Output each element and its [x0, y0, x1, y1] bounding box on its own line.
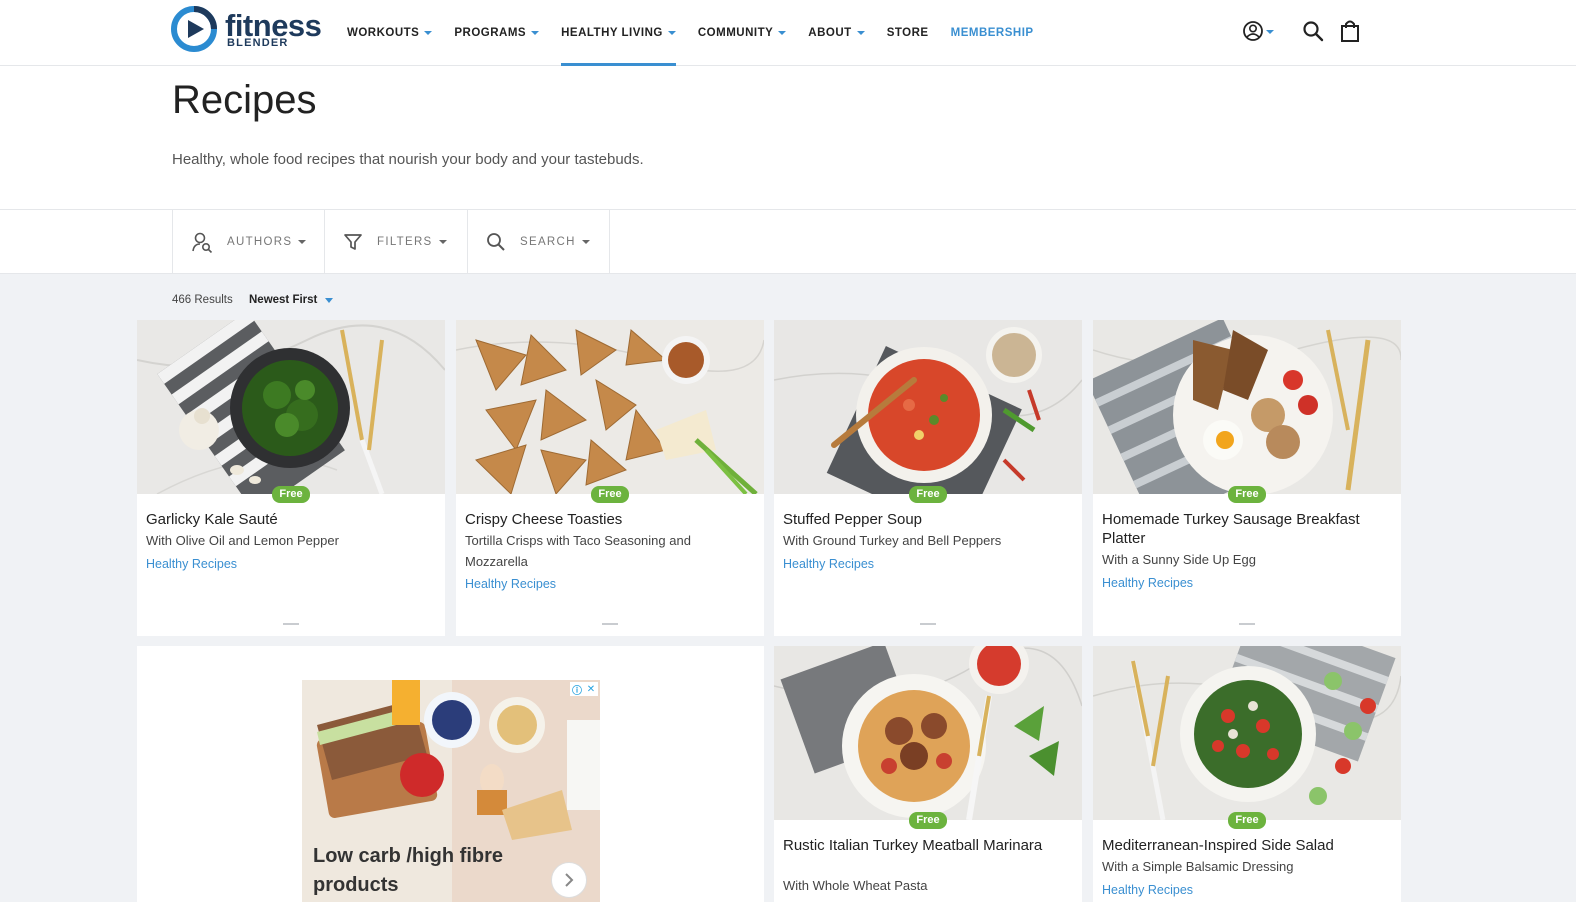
- recipe-image[interactable]: [456, 320, 764, 494]
- chevron-down-icon: [325, 297, 334, 303]
- recipe-image[interactable]: [774, 320, 1082, 494]
- free-badge: Free: [591, 486, 629, 503]
- chevron-down-icon: [531, 31, 540, 35]
- nav-about[interactable]: ABOUT: [808, 0, 865, 66]
- chevron-right-icon[interactable]: [551, 862, 587, 898]
- recipe-description: With Whole Wheat Pasta: [783, 878, 928, 893]
- page-subtitle: Healthy, whole food recipes that nourish…: [172, 151, 644, 168]
- chevron-down-icon: [581, 240, 590, 244]
- recipe-image[interactable]: [137, 320, 445, 494]
- free-badge: Free: [1228, 812, 1266, 829]
- nav-healthy-living[interactable]: HEALTHY LIVING: [561, 0, 676, 66]
- authors-filter-button[interactable]: AUTHORS: [172, 210, 324, 274]
- nav-membership[interactable]: MEMBERSHIP: [951, 0, 1034, 66]
- recipe-title[interactable]: Homemade Turkey Sausage Breakfast Platte…: [1102, 510, 1382, 548]
- free-badge: Free: [1228, 486, 1266, 503]
- recipe-card[interactable]: Free Crispy Cheese Toasties Tortilla Cri…: [456, 320, 764, 636]
- recipe-image[interactable]: [1093, 320, 1401, 494]
- recipe-description: With a Simple Balsamic Dressing: [1102, 859, 1294, 874]
- search-label: SEARCH: [520, 236, 576, 248]
- free-badge: Free: [909, 486, 947, 503]
- nav-workouts[interactable]: WORKOUTS: [347, 0, 433, 66]
- main-nav: WORKOUTS PROGRAMS HEALTHY LIVING COMMUNI…: [347, 0, 1056, 66]
- recipe-title[interactable]: Stuffed Pepper Soup: [783, 510, 1063, 529]
- recipe-category[interactable]: Healthy Recipes: [465, 577, 556, 591]
- ad-info-icon[interactable]: ⓘ: [570, 682, 584, 697]
- authors-label: AUTHORS: [227, 236, 293, 248]
- recipe-category[interactable]: Healthy Recipes: [1102, 576, 1193, 590]
- title-region: Recipes Healthy, whole food recipes that…: [0, 66, 1576, 210]
- search-filter-button[interactable]: SEARCH: [467, 210, 610, 274]
- user-search-icon: [192, 232, 213, 253]
- chevron-down-icon: [298, 240, 307, 244]
- site-header: fitness BLENDER WORKOUTS PROGRAMS HEALTH…: [0, 0, 1576, 66]
- recipe-title[interactable]: Mediterranean-Inspired Side Salad: [1102, 836, 1382, 855]
- recipe-card[interactable]: Free Homemade Turkey Sausage Breakfast P…: [1093, 320, 1401, 636]
- recipe-description: With a Sunny Side Up Egg: [1102, 552, 1256, 567]
- recipe-card[interactable]: Free Mediterranean-Inspired Side Salad W…: [1093, 646, 1401, 902]
- filters-button[interactable]: FILTERS: [324, 210, 467, 274]
- ad-close-icon[interactable]: ✕: [584, 682, 598, 696]
- logo[interactable]: fitness BLENDER: [171, 6, 331, 52]
- chevron-down-icon: [667, 31, 676, 35]
- recipe-card[interactable]: Free Stuffed Pepper Soup With Ground Tur…: [774, 320, 1082, 636]
- ad-headline[interactable]: Low carb /high fibre products: [313, 842, 523, 900]
- logo-mark-icon: [171, 6, 217, 52]
- filter-bar: AUTHORS FILTERS SEARCH: [0, 209, 1576, 274]
- nav-programs[interactable]: PROGRAMS: [454, 0, 540, 66]
- card-divider: [1239, 623, 1255, 625]
- account-icon[interactable]: [1242, 19, 1276, 43]
- card-divider: [283, 623, 299, 625]
- sort-label: Newest First: [249, 294, 318, 306]
- recipe-card[interactable]: Free Rustic Italian Turkey Meatball Mari…: [774, 646, 1082, 902]
- search-icon: [487, 233, 505, 251]
- free-badge: Free: [909, 812, 947, 829]
- recipe-description: With Olive Oil and Lemon Pepper: [146, 533, 339, 548]
- cart-icon[interactable]: [1340, 19, 1360, 43]
- recipe-description: With Ground Turkey and Bell Peppers: [783, 533, 1002, 548]
- nav-store[interactable]: STORE: [887, 0, 929, 66]
- free-badge: Free: [272, 486, 310, 503]
- filter-icon: [344, 234, 362, 250]
- recipe-category[interactable]: Healthy Recipes: [146, 557, 237, 571]
- recipe-category[interactable]: Healthy Recipes: [783, 557, 874, 571]
- card-divider: [602, 623, 618, 625]
- chevron-down-icon: [778, 31, 787, 35]
- chevron-down-icon: [438, 240, 447, 244]
- results-count: 466 Results: [172, 294, 233, 306]
- recipe-title[interactable]: Garlicky Kale Sauté: [146, 510, 426, 529]
- filters-label: FILTERS: [377, 236, 433, 248]
- sort-dropdown[interactable]: Newest First: [249, 294, 334, 306]
- recipe-card[interactable]: Free Garlicky Kale Sauté With Olive Oil …: [137, 320, 445, 636]
- recipe-title[interactable]: Crispy Cheese Toasties: [465, 510, 745, 529]
- nav-community[interactable]: COMMUNITY: [698, 0, 787, 66]
- recipe-category[interactable]: Healthy Recipes: [1102, 883, 1193, 897]
- search-icon[interactable]: [1302, 20, 1324, 42]
- chevron-down-icon: [424, 31, 433, 35]
- recipe-title[interactable]: Rustic Italian Turkey Meatball Marinara: [783, 836, 1063, 855]
- recipe-image[interactable]: [774, 646, 1082, 820]
- recipe-description: Tortilla Crisps with Taco Seasoning and …: [465, 533, 691, 569]
- chevron-down-icon: [856, 31, 865, 35]
- page-title: Recipes: [172, 78, 317, 122]
- logo-word: fitness: [225, 7, 322, 43]
- recipe-image[interactable]: [1093, 646, 1401, 820]
- card-divider: [920, 623, 936, 625]
- advertisement[interactable]: ⓘ ✕ Low carb /high fibre products: [302, 680, 600, 902]
